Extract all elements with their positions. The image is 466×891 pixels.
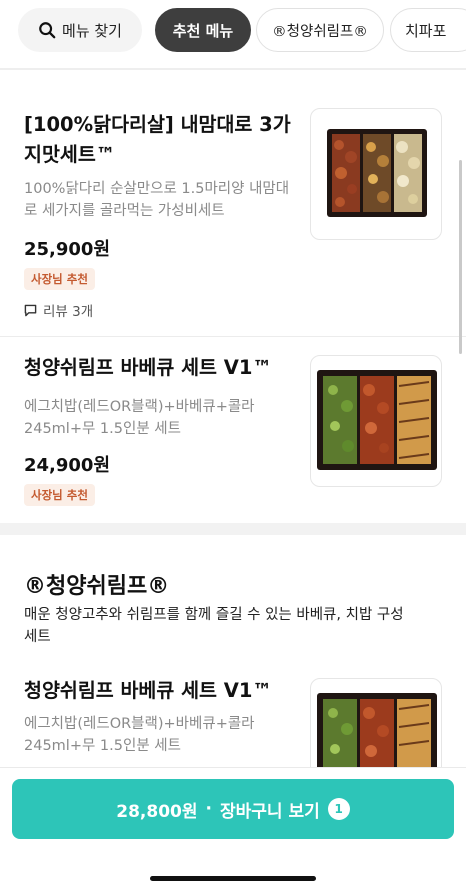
menu-item[interactable]: [100%닭다리살] 내맘대로 3가 지맛세트™ 100%닭다리 순살만으로 1…: [0, 90, 466, 336]
menu-item-desc-line: 245ml+무 1.5인분 세트: [24, 421, 181, 437]
menu-item-desc-line: 에그치밥(레드OR블랙)+바베큐+콜라: [24, 399, 255, 415]
cart-label: 장바구니 보기: [219, 801, 320, 822]
menu-item[interactable]: 청양쉬림프 바베큐 세트 V1™ 에그치밥(레드OR블랙)+바베큐+콜라 245…: [0, 337, 466, 523]
category-chip-bar: 메뉴 찾기 추천 메뉴 ®청양쉬림프® 치파포: [0, 0, 466, 62]
menu-item[interactable]: 청양쉬림프 바베큐 세트 V1™ 에그치밥(레드OR블랙)+바베큐+콜라 245…: [0, 660, 466, 767]
menu-item-image: [310, 108, 442, 240]
owner-recommend-badge: 사장님 추천: [24, 484, 95, 506]
view-cart-button[interactable]: 28,800원 · 장바구니 보기 1: [12, 779, 454, 839]
cart-count-badge: 1: [327, 798, 350, 820]
menu-search-label: 메뉴 찾기: [62, 21, 122, 40]
menu-item-description: 에그치밥(레드OR블랙)+바베큐+콜라 245ml+무 1.5인분 세트: [24, 396, 304, 440]
menu-item-price: 24,900원: [24, 455, 111, 476]
menu-item-desc-line: 100%닭다리 순살만으로 1.5마리양 내맘대: [24, 181, 290, 197]
menu-item-description: 에그치밥(레드OR블랙)+바베큐+콜라 245ml+무 1.5인분 세트: [24, 713, 304, 757]
tab-chipapo[interactable]: 치파포: [390, 8, 466, 52]
scrollbar[interactable]: [459, 160, 462, 354]
owner-recommend-badge: 사장님 추천: [24, 268, 95, 290]
review-count[interactable]: 리뷰 3개: [24, 300, 93, 320]
section-description: 매운 청양고추와 쉬림프를 함께 즐길 수 있는 바베큐, 치밥 구성 세트: [24, 604, 444, 648]
menu-item-desc-line: 로 세가지를 골라먹는 가성비세트: [24, 203, 225, 219]
menu-item-name-line: [100%닭다리살] 내맘대로 3가: [24, 113, 291, 136]
cart-total-price: 28,800원: [116, 801, 198, 822]
menu-item-image: [310, 355, 442, 487]
chip-bar-divider: [0, 68, 466, 70]
tab-cheongyang-shrimp[interactable]: ®청양쉬림프®: [256, 8, 384, 52]
search-icon: [39, 22, 56, 39]
menu-search-button[interactable]: 메뉴 찾기: [18, 8, 142, 52]
menu-item-name: 청양쉬림프 바베큐 세트 V1™: [24, 356, 272, 379]
section-title: ®청양쉬림프®: [24, 574, 170, 599]
menu-item-desc-line: 에그치밥(레드OR블랙)+바베큐+콜라: [24, 716, 255, 732]
tab-shrimp-label: ®청양쉬림프®: [272, 23, 368, 40]
review-count-label: 리뷰 3개: [43, 304, 94, 320]
tab-recommended-menu[interactable]: 추천 메뉴: [155, 8, 251, 52]
comment-icon: [24, 304, 37, 316]
menu-item-price: 25,900원: [24, 239, 111, 260]
tab-chipapo-label: 치파포: [405, 21, 447, 40]
tab-recommended-label: 추천 메뉴: [172, 21, 234, 40]
section-desc-line: 세트: [24, 629, 51, 645]
section-separator: [0, 523, 466, 535]
menu-item-desc-line: 245ml+무 1.5인분 세트: [24, 738, 181, 754]
menu-item-name-line: 지맛세트™: [24, 143, 116, 166]
section-desc-line: 매운 청양고추와 쉬림프를 함께 즐길 수 있는 바베큐, 치밥 구성: [24, 607, 404, 623]
menu-item-name: [100%닭다리살] 내맘대로 3가 지맛세트™: [24, 110, 296, 170]
cart-separator: ·: [205, 799, 212, 819]
menu-item-image: [310, 678, 442, 767]
menu-item-description: 100%닭다리 순살만으로 1.5마리양 내맘대 로 세가지를 골라먹는 가성비…: [24, 178, 304, 222]
menu-item-name: 청양쉬림프 바베큐 세트 V1™: [24, 679, 272, 702]
home-indicator: [150, 876, 316, 881]
